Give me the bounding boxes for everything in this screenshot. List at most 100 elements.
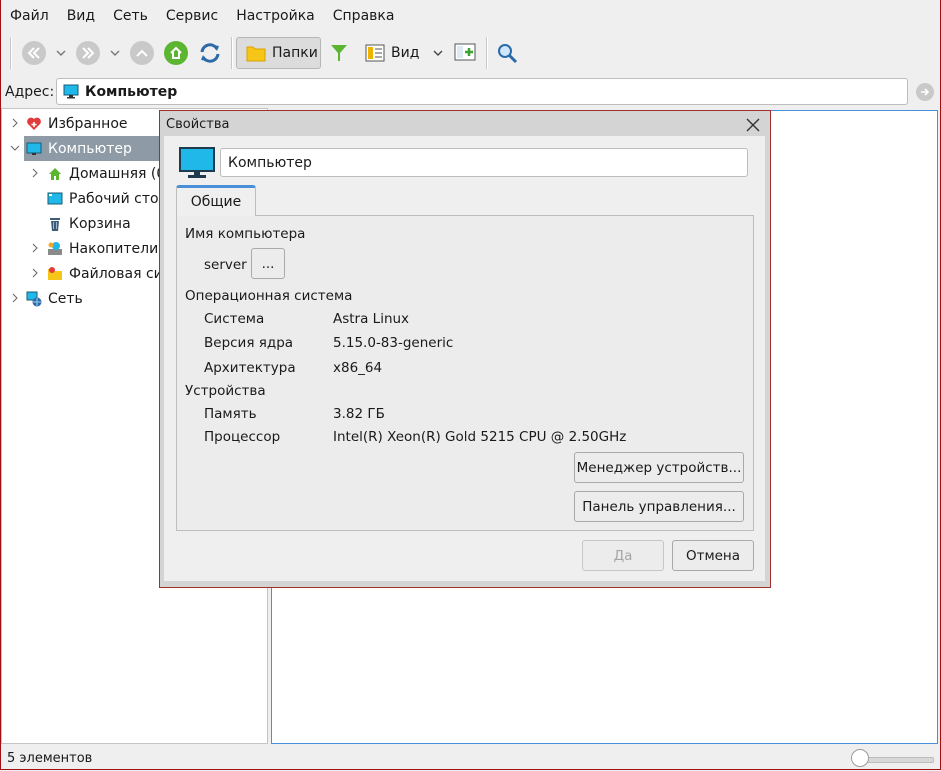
tree-item-filesystem[interactable]: Файловая сис (47, 261, 170, 286)
status-item-count: 5 элементов (7, 751, 93, 766)
monitor-icon (26, 142, 42, 155)
menu-settings[interactable]: Настройка (227, 4, 324, 28)
search-button[interactable] (496, 42, 518, 64)
chevron-right-icon[interactable] (10, 293, 20, 303)
toolbar-separator (231, 37, 233, 69)
view-label: Вид (391, 45, 420, 61)
folders-button[interactable]: Папки (236, 37, 321, 69)
up-button[interactable] (130, 41, 154, 65)
address-field[interactable]: Компьютер (56, 78, 908, 105)
rename-computer-button[interactable]: ... (251, 248, 285, 279)
chevron-down-icon[interactable] (10, 143, 20, 153)
menu-bar: Файл Вид Сеть Сервис Настройка Справка (1, 4, 403, 28)
forward-button[interactable] (76, 41, 100, 65)
tree-item-label: Накопители (69, 240, 159, 257)
kernel-version-label: Версия ядра (204, 335, 294, 351)
os-heading: Операционная система (185, 288, 353, 304)
architecture-value: x86_64 (333, 360, 383, 376)
folder-icon (48, 266, 62, 280)
double-right-icon (82, 47, 95, 59)
back-button[interactable] (22, 41, 46, 65)
back-history-dropdown[interactable] (54, 46, 68, 60)
chevron-down-icon (56, 50, 66, 56)
heart-icon (27, 117, 41, 130)
tree-item-label: Файловая сис (69, 265, 171, 282)
drives-icon (48, 241, 62, 255)
chevron-right-icon[interactable] (30, 168, 40, 178)
chevron-right-icon[interactable] (30, 268, 40, 278)
memory-label: Память (204, 406, 257, 422)
refresh-button[interactable] (198, 41, 222, 65)
menu-network[interactable]: Сеть (104, 4, 157, 28)
new-panel-button[interactable] (454, 42, 476, 62)
tree-item-label: Компьютер (48, 140, 132, 157)
architecture-label: Архитектура (204, 360, 296, 376)
chevron-up-icon (136, 49, 148, 57)
ok-button[interactable]: Да (582, 540, 664, 571)
zoom-slider-track[interactable] (860, 757, 934, 763)
monitor-icon (63, 84, 79, 99)
chevron-down-icon (110, 50, 120, 56)
chevron-down-icon (433, 50, 443, 56)
control-panel-button[interactable]: Панель управления... (574, 491, 744, 522)
view-dropdown[interactable] (431, 46, 445, 60)
os-system-value: Astra Linux (333, 311, 410, 327)
os-system-label: Система (204, 311, 265, 327)
view-list-icon (365, 44, 385, 62)
menu-service[interactable]: Сервис (157, 4, 227, 28)
computer-name-heading: Имя компьютера (185, 226, 306, 242)
menu-help[interactable]: Справка (324, 4, 404, 28)
home-button[interactable] (164, 41, 188, 65)
tree-item-network[interactable]: Сеть (26, 286, 83, 311)
processor-value: Intel(R) Xeon(R) Gold 5215 CPU @ 2.50GHz (333, 429, 627, 445)
tree-item-home[interactable]: Домашняя (0: (47, 161, 170, 186)
folders-label: Папки (272, 45, 318, 61)
toolbar: Папки Вид (1, 34, 939, 74)
tree-item-trash[interactable]: Корзина (47, 211, 131, 236)
name-field[interactable]: Компьютер (220, 148, 748, 177)
add-panel-icon (454, 43, 476, 61)
computer-large-icon (179, 147, 215, 178)
search-icon (498, 44, 518, 64)
tree-item-desktop[interactable]: Рабочий стол (47, 186, 168, 211)
dialog-title: Свойства (166, 117, 230, 132)
trash-icon (50, 217, 60, 231)
address-go-button[interactable] (916, 83, 934, 101)
tree-item-drives[interactable]: Накопители (47, 236, 158, 261)
filter-button[interactable] (329, 43, 349, 63)
forward-history-dropdown[interactable] (108, 46, 122, 60)
filter-icon (331, 45, 347, 61)
toolbar-grip (10, 37, 12, 69)
processor-label: Процессор (204, 429, 281, 445)
home-icon (170, 46, 182, 59)
memory-value: 3.82 ГБ (333, 406, 385, 422)
toolbar-separator (486, 37, 488, 69)
network-icon (26, 291, 42, 306)
tree-item-label: Сеть (48, 290, 83, 307)
device-manager-button[interactable]: Менеджер устройств... (574, 452, 744, 483)
tree-item-label: Избранное (48, 115, 128, 132)
double-left-icon (27, 47, 40, 59)
tree-item-label: Рабочий стол (69, 190, 168, 207)
view-button[interactable]: Вид (365, 37, 429, 69)
tree-item-label: Домашняя (0: (69, 165, 170, 182)
cancel-button[interactable]: Отмена (672, 540, 754, 571)
chevron-right-icon[interactable] (30, 243, 40, 253)
menu-view[interactable]: Вид (58, 4, 104, 28)
kernel-version-value: 5.15.0-83-generic (333, 335, 454, 351)
zoom-slider-handle[interactable] (851, 749, 869, 767)
chevron-right-icon[interactable] (10, 118, 20, 128)
tree-item-label: Корзина (69, 215, 131, 232)
computer-name-value: server (204, 257, 247, 273)
dialog-close-button[interactable] (745, 117, 761, 133)
tab-general[interactable]: Общие (176, 185, 256, 216)
refresh-icon (200, 43, 220, 63)
devices-heading: Устройства (185, 383, 266, 399)
folder-icon (246, 46, 266, 61)
tree-item-favorites[interactable]: Избранное (26, 111, 128, 136)
address-value: Компьютер (85, 83, 178, 100)
home-icon (49, 167, 61, 180)
menu-file[interactable]: Файл (1, 4, 58, 28)
go-arrow-icon (921, 88, 930, 96)
address-label: Адрес: (5, 84, 55, 100)
